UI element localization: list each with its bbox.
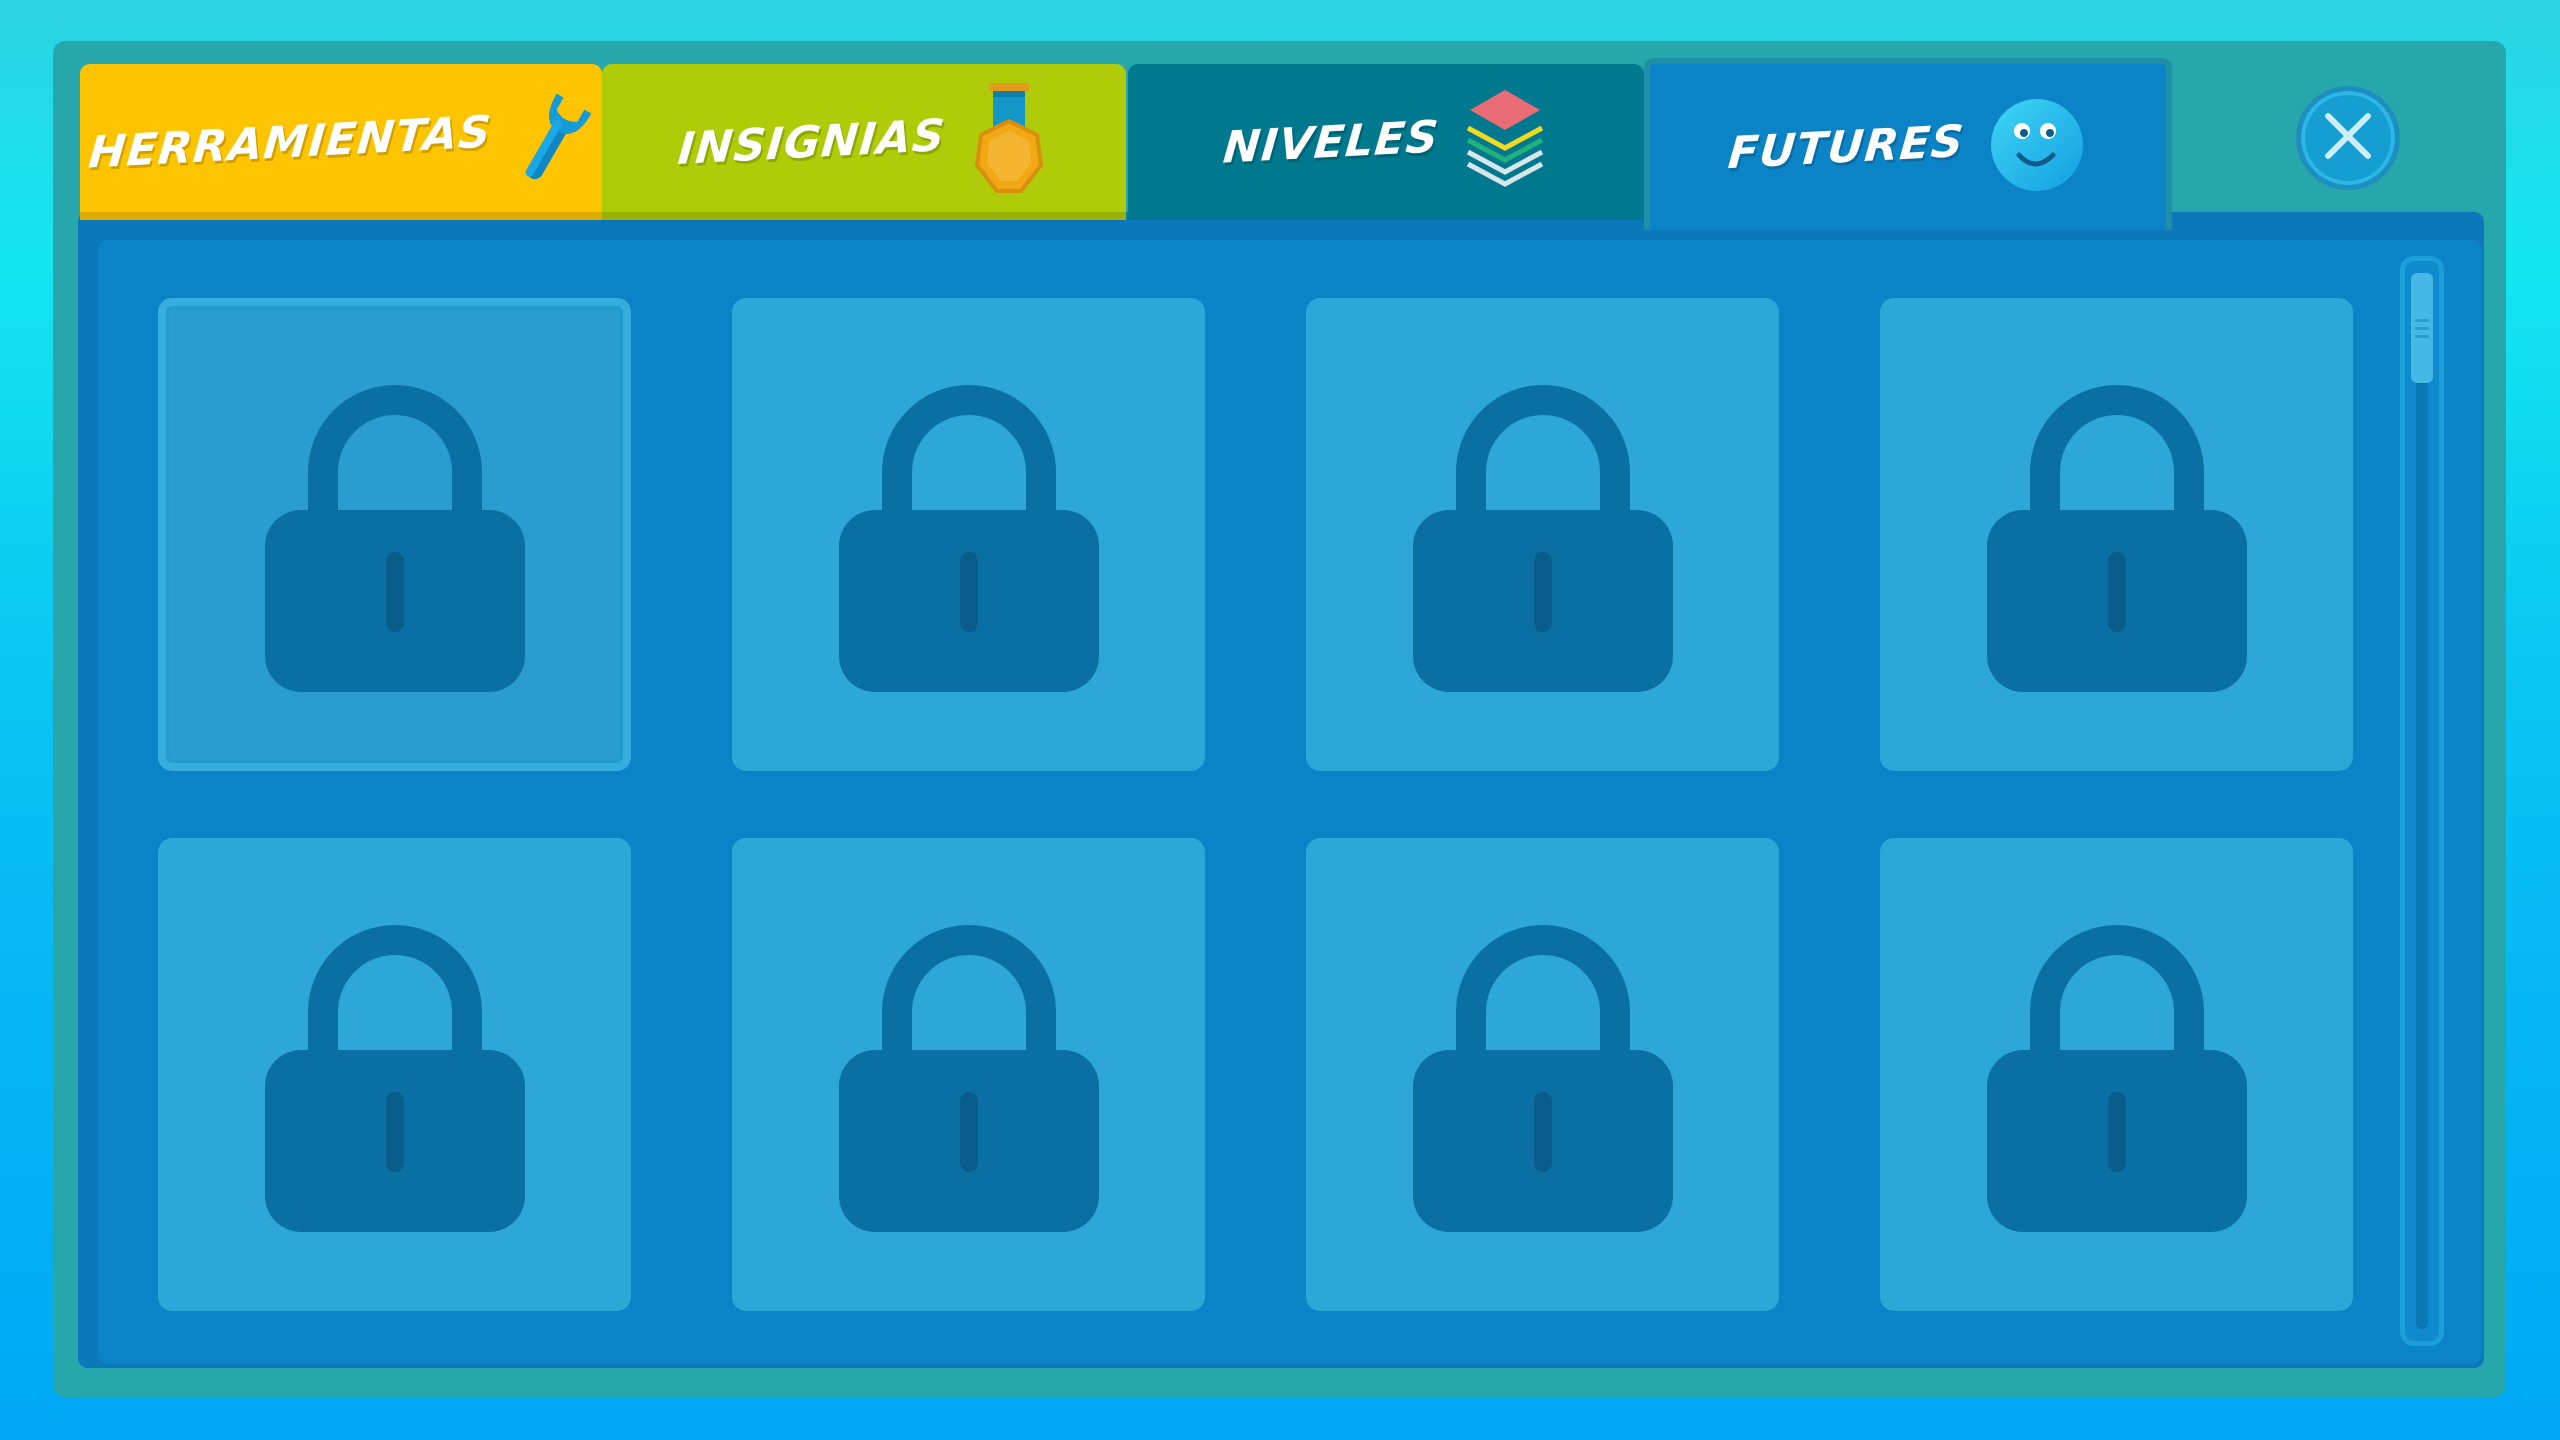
tab-niveles-label: NIVELES	[1221, 110, 1441, 174]
grid-item-locked[interactable]	[158, 298, 631, 771]
grid-item-locked[interactable]	[1306, 838, 1779, 1311]
medal-icon	[969, 81, 1049, 204]
scrollbar[interactable]	[2400, 256, 2444, 1346]
lock-icon	[264, 372, 525, 697]
lock-icon	[1412, 912, 1673, 1237]
lock-icon	[264, 912, 525, 1237]
tab-herramientas-label: HERRAMIENTAS	[86, 106, 494, 178]
tab-insignias-label: INSIGNIAS	[676, 109, 948, 175]
smiley-icon	[1987, 95, 2087, 200]
close-button[interactable]	[2296, 86, 2400, 190]
lock-icon	[1986, 372, 2247, 697]
tab-niveles[interactable]: NIVELES	[1128, 64, 1644, 220]
scrollbar-track[interactable]	[2416, 273, 2428, 1329]
lock-icon	[1412, 372, 1673, 697]
grid-item-locked[interactable]	[732, 838, 1205, 1311]
grid-item-locked[interactable]	[158, 838, 631, 1311]
tab-futures-label: FUTURES	[1725, 115, 1967, 179]
tab-futures[interactable]: FUTURES	[1644, 58, 2172, 230]
grid-item-locked[interactable]	[732, 298, 1205, 771]
tab-herramientas[interactable]: HERRAMIENTAS	[80, 64, 602, 220]
grid-item-locked[interactable]	[1306, 298, 1779, 771]
lock-icon	[838, 372, 1099, 697]
lock-icon	[838, 912, 1099, 1237]
wrench-icon	[514, 90, 592, 195]
tab-insignias[interactable]: INSIGNIAS	[602, 64, 1126, 220]
item-grid	[158, 298, 2354, 1311]
close-icon	[2318, 106, 2378, 171]
layers-icon	[1462, 84, 1548, 201]
scrollbar-thumb[interactable]	[2411, 273, 2433, 383]
grid-item-locked[interactable]	[1880, 298, 2353, 771]
lock-icon	[1986, 912, 2247, 1237]
grid-item-locked[interactable]	[1880, 838, 2353, 1311]
